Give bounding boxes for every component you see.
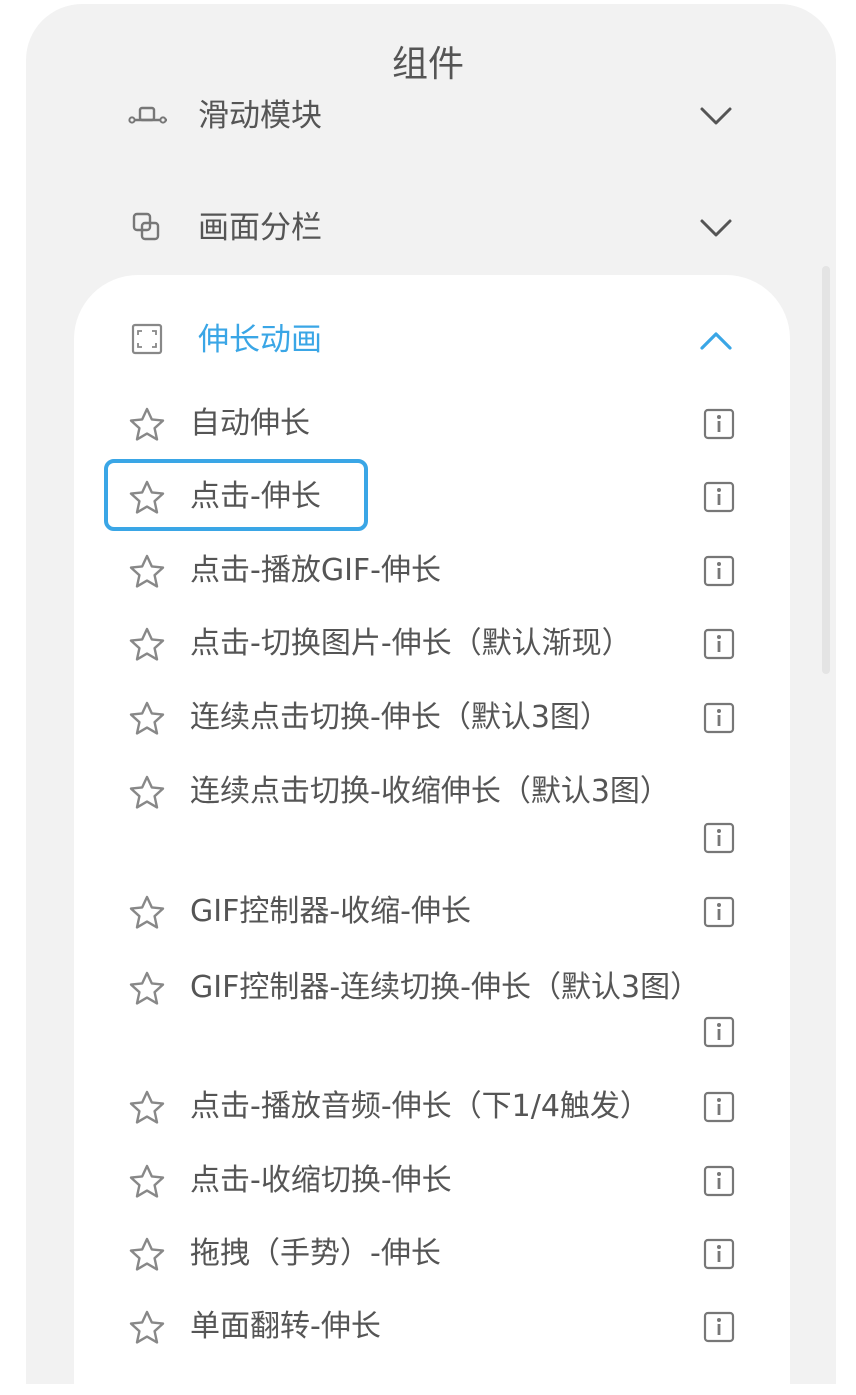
section-label: 画面分栏 [198, 210, 322, 246]
info-icon[interactable] [703, 481, 735, 513]
info-icon[interactable] [703, 628, 735, 660]
info-icon[interactable] [703, 1165, 735, 1197]
info-icon[interactable] [703, 1238, 735, 1270]
list-item[interactable]: 点击-播放音频-伸长（下1/4触发） [0, 1077, 856, 1137]
chevron-down-icon[interactable] [696, 98, 736, 134]
list-item[interactable]: 连续点击切换-收缩伸长（默认3图） [0, 762, 856, 822]
item-label: 点击-收缩切换-伸长 [190, 1163, 452, 1198]
star-icon[interactable] [128, 970, 166, 1008]
star-icon[interactable] [128, 406, 166, 444]
item-label: 点击-播放GIF-伸长 [190, 553, 442, 588]
item-label: 连续点击切换-伸长（默认3图） [190, 700, 610, 735]
item-label: 点击-切换图片-伸长（默认渐现） [190, 626, 632, 661]
star-icon[interactable] [128, 626, 166, 664]
star-icon[interactable] [128, 1163, 166, 1201]
expand-icon [131, 323, 163, 355]
list-item[interactable]: 点击-播放GIF-伸长 [0, 541, 856, 601]
info-icon[interactable] [703, 702, 735, 734]
section-label: 滑动模块 [198, 98, 322, 134]
list-item[interactable]: 单面翻转-伸长 [0, 1297, 856, 1357]
item-label: 点击-伸长 [190, 479, 321, 514]
item-label: 点击-播放音频-伸长（下1/4触发） [190, 1089, 650, 1124]
star-icon[interactable] [128, 1236, 166, 1274]
info-icon[interactable] [703, 555, 735, 587]
star-icon[interactable] [128, 1309, 166, 1347]
list-item[interactable]: 拖拽（手势）-伸长 [0, 1224, 856, 1284]
list-item[interactable]: GIF控制器-连续切换-伸长（默认3图） [0, 958, 856, 1018]
item-label: 单面翻转-伸长 [190, 1309, 381, 1344]
item-label: 拖拽（手势）-伸长 [190, 1236, 441, 1271]
star-icon[interactable] [128, 479, 166, 517]
list-item[interactable]: 点击-切换图片-伸长（默认渐现） [0, 614, 856, 674]
split-screen-icon [132, 212, 160, 241]
info-icon[interactable] [703, 1311, 735, 1343]
info-icon[interactable] [703, 408, 735, 440]
item-label: 连续点击切换-收缩伸长（默认3图） [190, 774, 670, 809]
star-icon[interactable] [128, 1089, 166, 1127]
list-item[interactable]: 点击-收缩切换-伸长 [0, 1151, 856, 1211]
panel-title: 组件 [391, 44, 464, 85]
star-icon[interactable] [128, 553, 166, 591]
chevron-up-icon[interactable] [696, 322, 736, 358]
item-label: 自动伸长 [190, 406, 310, 441]
section-split-screen[interactable]: 画面分栏 [0, 196, 856, 260]
info-icon[interactable] [703, 896, 735, 928]
chevron-down-icon[interactable] [696, 210, 736, 246]
item-label: GIF控制器-收缩-伸长 [190, 894, 472, 929]
info-icon[interactable] [703, 1016, 735, 1048]
slider-icon [128, 106, 167, 124]
item-label: GIF控制器-连续切换-伸长（默认3图） [190, 970, 701, 1005]
info-icon[interactable] [703, 1091, 735, 1123]
section-label: 伸长动画 [198, 322, 322, 358]
section-expand-animation[interactable]: 伸长动画 [0, 308, 856, 372]
star-icon[interactable] [128, 894, 166, 932]
section-slider-module[interactable]: 滑动模块 [0, 84, 856, 148]
info-icon[interactable] [703, 822, 735, 854]
list-item[interactable]: 自动伸长 [0, 394, 856, 454]
list-item[interactable]: 点击-伸长 [0, 467, 856, 527]
star-icon[interactable] [128, 774, 166, 812]
list-item[interactable]: GIF控制器-收缩-伸长 [0, 882, 856, 942]
list-item[interactable]: 连续点击切换-伸长（默认3图） [0, 688, 856, 748]
star-icon[interactable] [128, 700, 166, 738]
